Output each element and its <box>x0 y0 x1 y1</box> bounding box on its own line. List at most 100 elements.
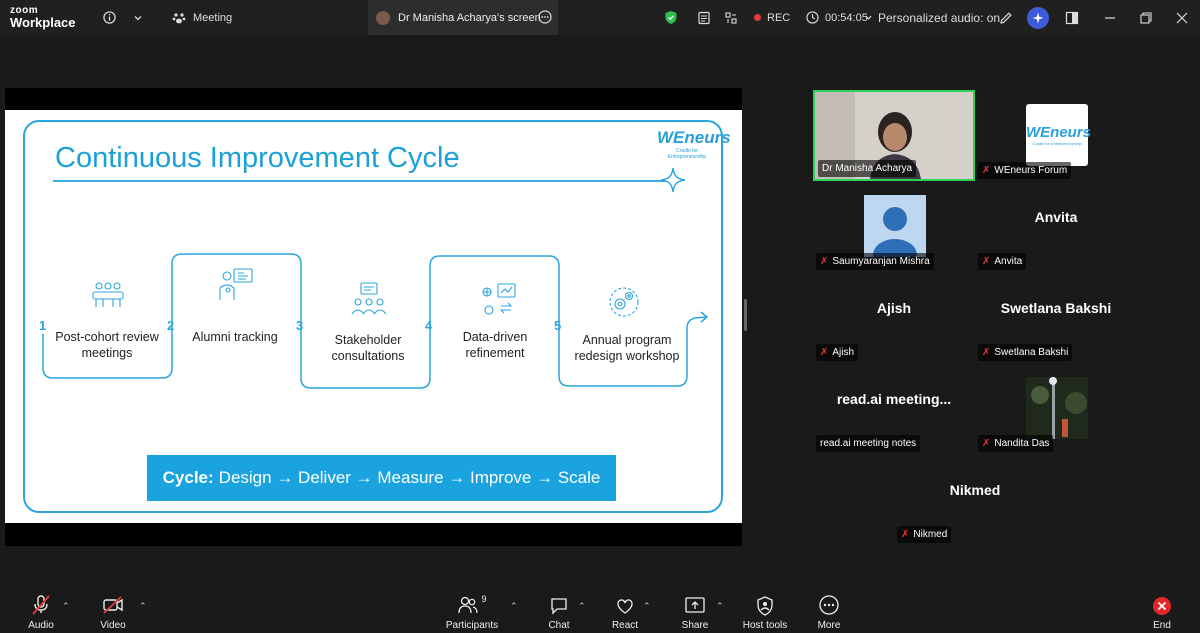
video-tile[interactable]: Anvita ✗ Anvita <box>975 181 1137 272</box>
clock-icon <box>806 11 819 24</box>
share-screen-tab[interactable]: Dr Manisha Acharya's screen <box>368 0 558 35</box>
participant-name-tag: read.ai meeting notes <box>816 435 921 452</box>
recording-indicator[interactable]: REC <box>754 0 790 35</box>
more-button[interactable]: More <box>812 591 846 633</box>
audio-settings[interactable]: Personalized audio: on <box>864 0 1000 35</box>
chevron-down-icon[interactable] <box>133 0 143 35</box>
participants-options-caret[interactable]: ⌃ <box>510 601 518 612</box>
video-tile[interactable]: Ajish ✗ Ajish <box>813 272 975 363</box>
participant-name-tag: ✗ Ajish <box>816 344 859 361</box>
share-options-caret[interactable]: ⌃ <box>716 601 724 612</box>
rec-label: REC <box>767 11 791 24</box>
workshop-gear-icon <box>609 287 639 317</box>
cycle-banner: Cycle: Design → Deliver → Measure → Impr… <box>147 455 616 501</box>
chat-options-caret[interactable]: ⌃ <box>578 601 586 612</box>
minimize-icon[interactable] <box>1104 0 1116 35</box>
step-label: Post-cohort review meetings <box>55 330 159 360</box>
video-tile[interactable]: read.ai meeting... read.ai meeting notes <box>813 363 975 454</box>
chat-button[interactable]: Chat <box>542 591 576 633</box>
meeting-controls: Audio ⌃ Video ⌃ 9 Participants ⌃ Chat ⌃ … <box>0 591 1200 633</box>
more-options-icon[interactable] <box>538 10 552 27</box>
participants-button[interactable]: 9 Participants <box>442 591 502 633</box>
step-number: 1 <box>39 318 47 333</box>
participant-display-name: Anvita <box>1034 209 1078 225</box>
panel-resize-handle[interactable] <box>744 299 747 331</box>
participant-name: Nandita Das <box>994 438 1050 449</box>
notes-icon[interactable] <box>697 0 711 35</box>
participants-label: Participants <box>445 620 499 631</box>
timer-text: 00:54:05 <box>825 11 868 24</box>
step-label: Alumni tracking <box>192 330 278 344</box>
chevron-down-icon <box>865 15 872 20</box>
logo-text: WEneurs <box>1026 124 1092 141</box>
video-tile[interactable]: ✗ Saumyaranjan Mishra <box>813 181 975 272</box>
participant-name: Saumyaranjan Mishra <box>832 256 930 267</box>
mic-muted-icon: ✗ <box>982 256 991 267</box>
meeting-label: Meeting <box>193 11 233 24</box>
participant-display-name: Ajish <box>876 300 912 316</box>
end-button[interactable]: End <box>1148 591 1176 633</box>
step-label: Stakeholder consultations <box>331 333 405 363</box>
step-number: 3 <box>296 318 304 333</box>
participant-name: Anvita <box>994 256 1023 267</box>
paw-icon <box>172 12 186 23</box>
slide: Continuous Improvement Cycle WEneurs Cra… <box>5 110 742 523</box>
end-label: End <box>1153 620 1171 631</box>
chat-label: Chat <box>548 620 570 631</box>
video-off-icon <box>103 596 123 614</box>
participant-name: read.ai meeting notes <box>820 438 917 449</box>
ai-companion-icon[interactable] <box>1027 0 1049 35</box>
react-options-caret[interactable]: ⌃ <box>643 601 651 612</box>
participants-icon <box>458 596 479 614</box>
meeting-timer: 00:54:05 <box>806 0 868 35</box>
video-tile[interactable]: Nikmed ✗ Nikmed <box>894 454 1056 545</box>
mic-muted-icon <box>32 595 50 615</box>
participant-display-name: read.ai meeting... <box>836 391 952 407</box>
video-tile[interactable]: ✗ Nandita Das <box>975 363 1137 454</box>
apps-icon[interactable] <box>724 0 738 35</box>
shared-screen[interactable]: Continuous Improvement Cycle WEneurs Cra… <box>5 88 742 546</box>
share-screen-icon <box>685 597 705 613</box>
participant-display-name: Swetlana Bakshi <box>1000 300 1112 316</box>
participant-count: 9 <box>481 594 487 604</box>
chat-icon <box>551 598 567 615</box>
audio-button[interactable]: Audio <box>22 591 60 633</box>
annotate-icon[interactable] <box>999 0 1013 35</box>
mic-muted-icon: ✗ <box>820 347 829 358</box>
host-tools-button[interactable]: Host tools <box>740 591 790 633</box>
meeting-icon <box>92 282 124 307</box>
participant-name: Swetlana Bakshi <box>994 347 1069 358</box>
close-icon[interactable] <box>1176 0 1188 35</box>
video-button[interactable]: Video <box>94 591 132 633</box>
react-button[interactable]: React <box>608 591 642 633</box>
mic-muted-icon: ✗ <box>820 256 829 267</box>
share-button[interactable]: Share <box>676 591 714 633</box>
participant-name: WEneurs Forum <box>994 165 1068 176</box>
video-tile[interactable]: Swetlana Bakshi ✗ Swetlana Bakshi <box>975 272 1137 363</box>
cycle-text: Design → Deliver → Measure → Improve → S… <box>218 468 601 487</box>
restore-icon[interactable] <box>1140 0 1152 35</box>
layout-icon[interactable] <box>1065 0 1079 35</box>
audio-options-caret[interactable]: ⌃ <box>62 601 70 612</box>
audio-label: Personalized audio: on <box>878 10 1001 25</box>
participant-display-name: Nikmed <box>949 482 1001 498</box>
participant-photo <box>1026 377 1088 439</box>
video-tile-speaker[interactable]: Dr Manisha Acharya <box>813 90 975 181</box>
info-icon[interactable] <box>103 0 116 35</box>
cycle-label: Cycle: <box>162 468 214 487</box>
video-tile[interactable]: WEneurs Cradle for Entrepreneurship ✗ WEn… <box>975 90 1137 181</box>
step-number: 2 <box>167 318 175 333</box>
video-options-caret[interactable]: ⌃ <box>139 601 147 612</box>
host-tools-label: Host tools <box>742 620 788 631</box>
rec-dot-icon <box>754 14 761 21</box>
participant-name: Nikmed <box>913 529 948 540</box>
stakeholder-icon <box>351 282 387 315</box>
data-refinement-icon <box>482 283 516 315</box>
react-label: React <box>611 620 639 631</box>
video-label: Video <box>100 620 126 631</box>
audio-label: Audio <box>28 620 54 631</box>
meeting-tab[interactable]: Meeting <box>172 0 232 35</box>
host-shield-icon <box>757 596 773 616</box>
mic-muted-icon: ✗ <box>901 529 910 540</box>
shield-icon[interactable] <box>664 0 678 35</box>
